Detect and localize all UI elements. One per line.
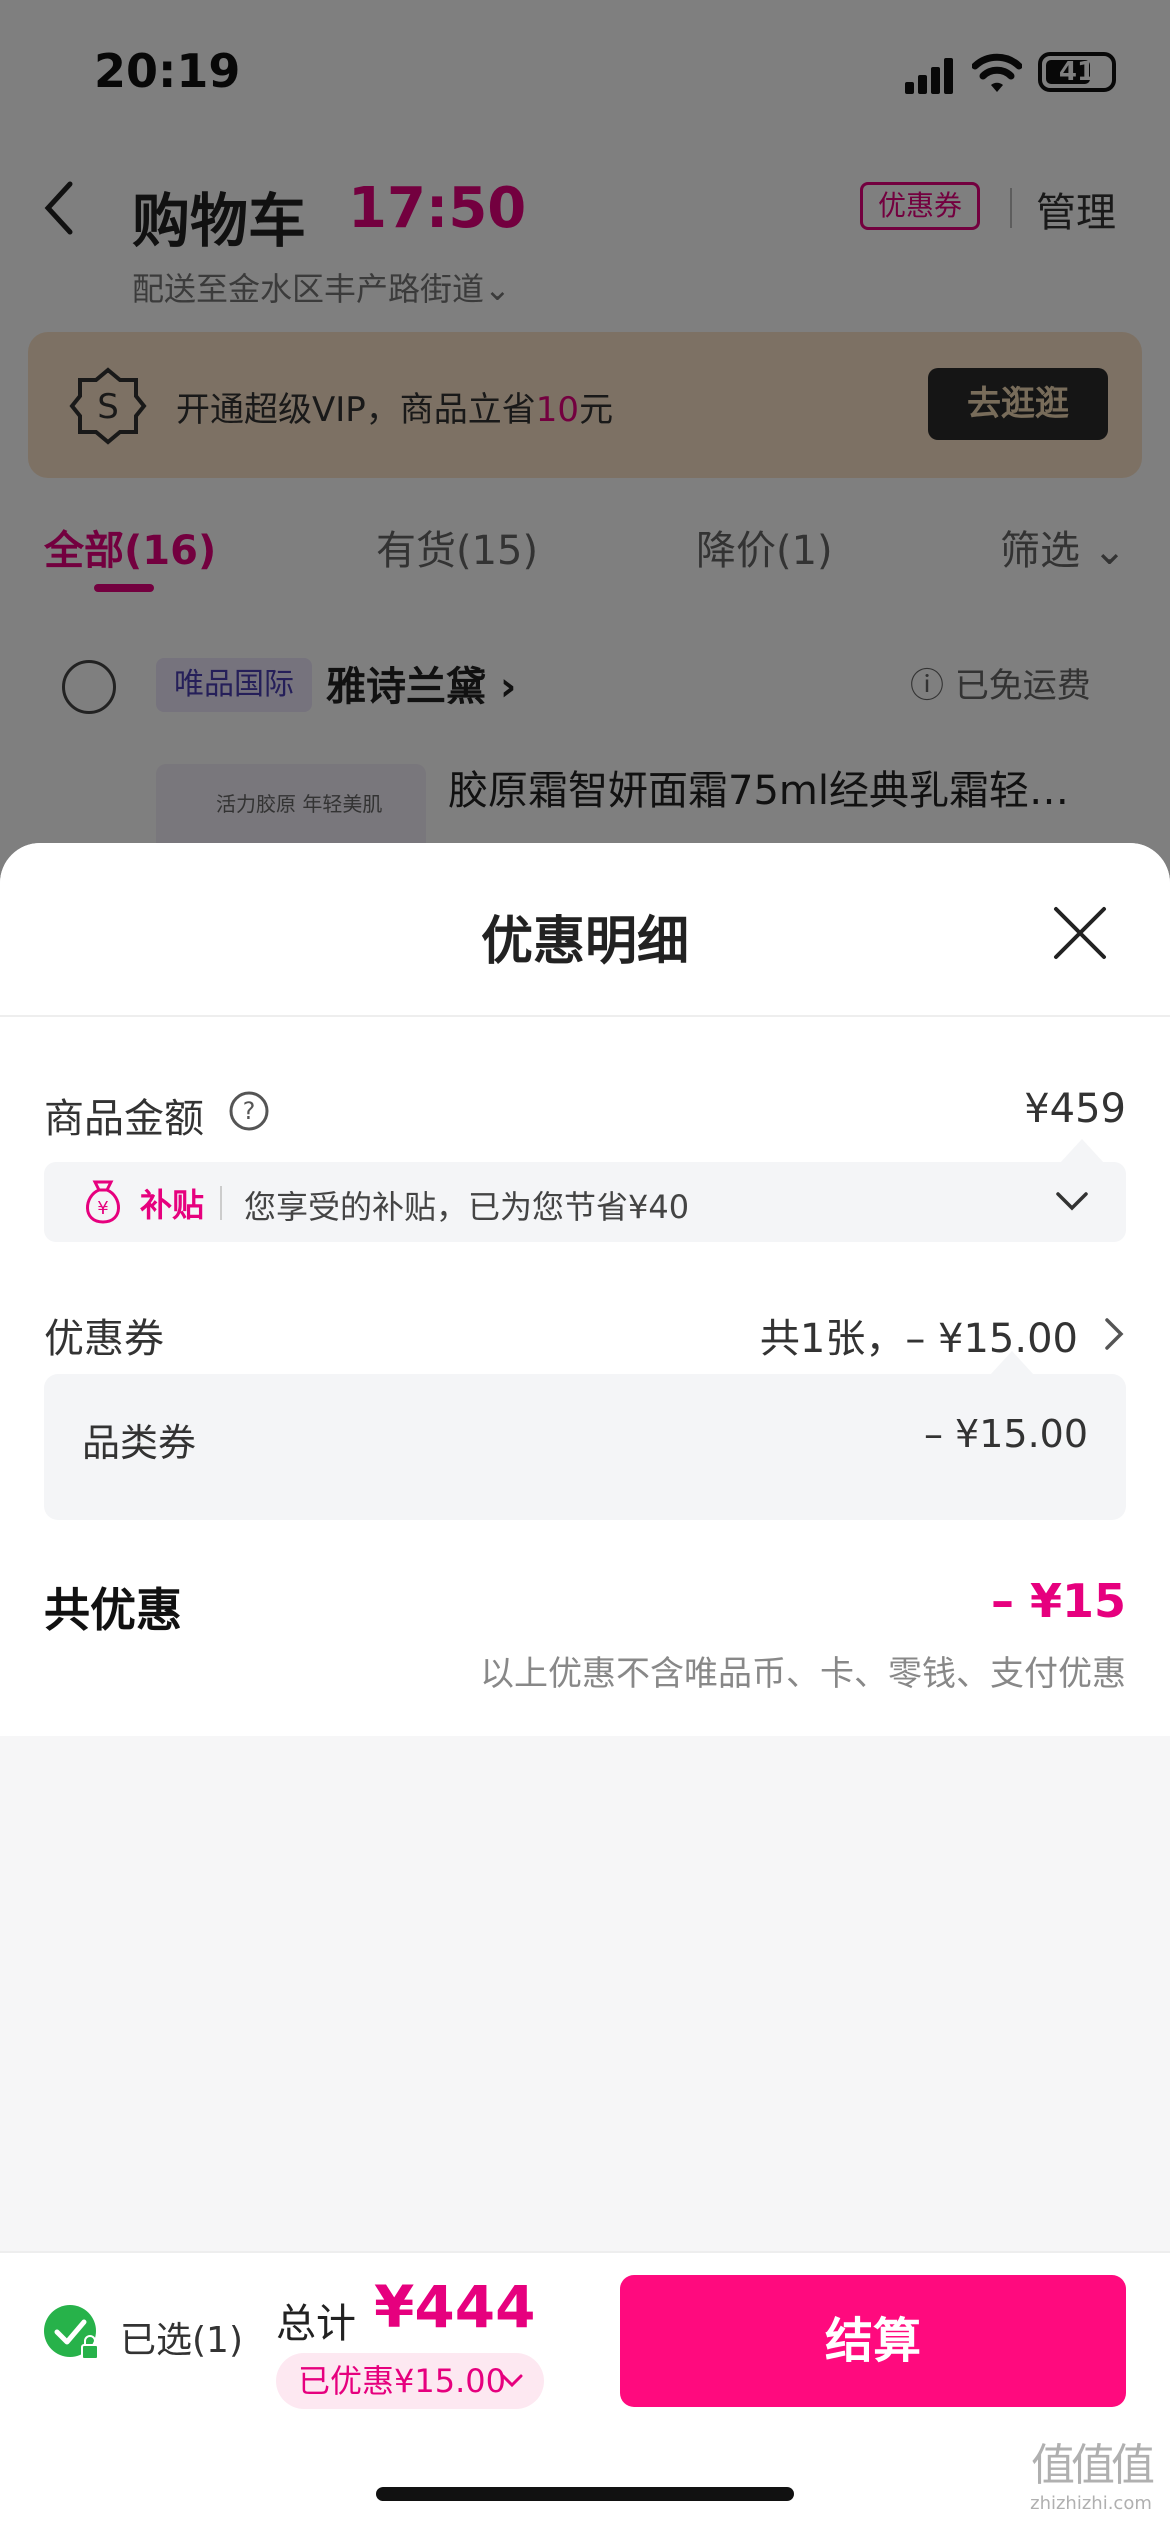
watermark: 值值值 zhizhizhi.com (1030, 2440, 1155, 2514)
chevron-down-icon[interactable] (1054, 1186, 1090, 1216)
goods-amount-value: ¥459 (1024, 1086, 1126, 1132)
sheet-header: 优惠明细 (0, 843, 1170, 1017)
subsidy-pointer (1060, 1139, 1104, 1163)
total-amount: ¥444 (374, 2273, 536, 2341)
total-label: 总计 (276, 2301, 356, 2347)
coupon-label: 优惠券 (44, 1316, 164, 1362)
chevron-down-icon (501, 2374, 523, 2388)
saved-discount-pill[interactable]: 已优惠¥15.00 (276, 2353, 544, 2409)
chevron-right-icon[interactable] (1102, 1314, 1126, 1354)
goods-amount-label: 商品金额 (44, 1096, 204, 1142)
money-bag-icon: ¥ (86, 1180, 120, 1224)
help-icon[interactable]: ? (228, 1090, 270, 1132)
total-discount-label: 共优惠 (44, 1583, 182, 1637)
selected-count: 已选(1) (120, 2320, 243, 2361)
subsidy-tag: 补贴 (140, 1186, 205, 1224)
total-discount-value: – ¥15 (990, 1574, 1126, 1628)
subsidy-row[interactable]: ¥ 补贴 您享受的补贴，已为您节省¥40 (44, 1162, 1126, 1242)
checkout-button[interactable]: 结算 (620, 2275, 1126, 2407)
home-indicator (376, 2487, 794, 2501)
svg-text:?: ? (243, 1097, 256, 1125)
coupon-item-label: 品类券 (82, 1421, 197, 1465)
subsidy-divider (220, 1186, 222, 1220)
checkout-bar: 已选(1) 总计 ¥444 已优惠¥15.00 结算 (0, 2251, 1170, 2532)
discount-details-sheet: 优惠明细 商品金额 ? ¥459 ¥ 补贴 您享受的补贴，已为您节省¥40 优惠… (0, 843, 1170, 2532)
coupon-detail-box: 品类券 – ¥15.00 (44, 1374, 1126, 1520)
sheet-title: 优惠明细 (480, 912, 689, 972)
sheet-content: 优惠明细 商品金额 ? ¥459 ¥ 补贴 您享受的补贴，已为您节省¥40 优惠… (0, 843, 1170, 1736)
coupon-pointer (990, 1351, 1034, 1375)
svg-text:¥: ¥ (97, 1198, 108, 1219)
total-discount-note: 以上优惠不含唯品币、卡、零钱、支付优惠 (480, 1654, 1126, 1694)
coupon-item-value: – ¥15.00 (923, 1412, 1088, 1456)
check-selected-icon[interactable] (42, 2303, 102, 2363)
close-icon[interactable] (1050, 903, 1110, 963)
subsidy-text: 您享受的补贴，已为您节省¥40 (244, 1188, 690, 1226)
